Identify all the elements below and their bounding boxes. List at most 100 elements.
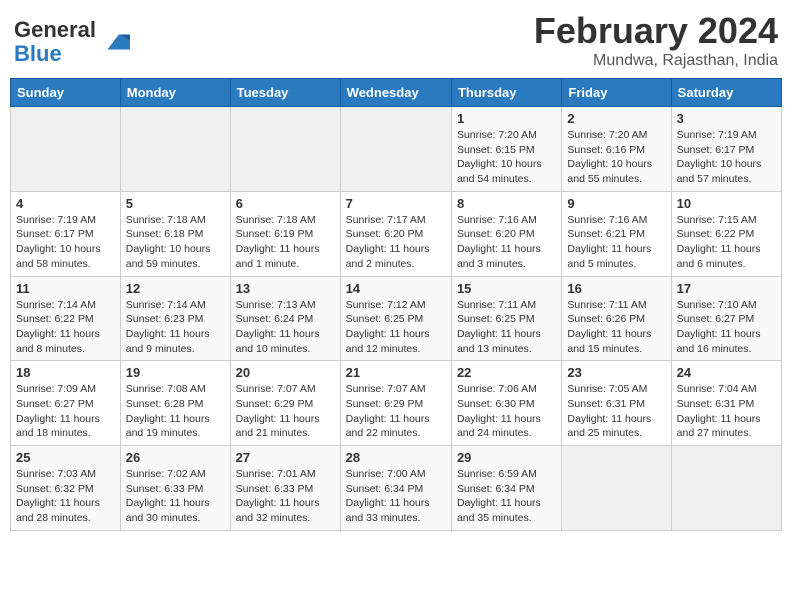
day-info: Sunrise: 7:07 AMSunset: 6:29 PMDaylight:…	[346, 382, 446, 441]
day-cell: 5 Sunrise: 7:18 AMSunset: 6:18 PMDaylight…	[120, 191, 230, 276]
day-cell: 14 Sunrise: 7:12 AMSunset: 6:25 PMDayligh…	[340, 276, 451, 361]
day-number: 5	[126, 196, 225, 211]
day-cell: 6 Sunrise: 7:18 AMSunset: 6:19 PMDaylight…	[230, 191, 340, 276]
day-cell: 27Sunrise: 7:01 AMSunset: 6:33 PMDayligh…	[230, 446, 340, 531]
day-info: Sunrise: 7:17 AMSunset: 6:20 PMDaylight:…	[346, 213, 446, 272]
title-block: February 2024 Mundwa, Rajasthan, India	[534, 10, 778, 70]
day-number: 1	[457, 111, 556, 126]
logo: General Blue	[14, 18, 130, 66]
day-info: Sunrise: 7:08 AMSunset: 6:28 PMDaylight:…	[126, 382, 225, 441]
day-number: 25	[16, 450, 115, 465]
day-info: Sunrise: 7:14 AMSunset: 6:23 PMDaylight:…	[126, 298, 225, 357]
day-info: Sunrise: 7:13 AMSunset: 6:24 PMDaylight:…	[236, 298, 335, 357]
day-number: 27	[236, 450, 335, 465]
day-number: 12	[126, 281, 225, 296]
week-row-5: 25Sunrise: 7:03 AMSunset: 6:32 PMDayligh…	[11, 446, 782, 531]
day-number: 17	[677, 281, 776, 296]
day-cell: 21 Sunrise: 7:07 AMSunset: 6:29 PMDayligh…	[340, 361, 451, 446]
day-cell: 9 Sunrise: 7:16 AMSunset: 6:21 PMDaylight…	[562, 191, 671, 276]
day-info: Sunrise: 7:04 AMSunset: 6:31 PMDaylight:…	[677, 382, 776, 441]
day-cell: 17 Sunrise: 7:10 AMSunset: 6:27 PMDayligh…	[671, 276, 781, 361]
location-title: Mundwa, Rajasthan, India	[534, 52, 778, 70]
day-cell: 12 Sunrise: 7:14 AMSunset: 6:23 PMDayligh…	[120, 276, 230, 361]
day-cell: 8Sunrise: 7:16 AMSunset: 6:20 PMDaylight…	[451, 191, 561, 276]
weekday-header-row: SundayMondayTuesdayWednesdayThursdayFrid…	[11, 79, 782, 107]
day-number: 15	[457, 281, 556, 296]
week-row-2: 4Sunrise: 7:19 AMSunset: 6:17 PMDaylight…	[11, 191, 782, 276]
day-number: 29	[457, 450, 556, 465]
day-info: Sunrise: 7:06 AMSunset: 6:30 PMDaylight:…	[457, 382, 556, 441]
day-number: 21	[346, 365, 446, 380]
calendar-table: SundayMondayTuesdayWednesdayThursdayFrid…	[10, 78, 782, 531]
day-number: 14	[346, 281, 446, 296]
day-cell: 25Sunrise: 7:03 AMSunset: 6:32 PMDayligh…	[11, 446, 121, 531]
day-cell	[11, 107, 121, 192]
day-info: Sunrise: 7:02 AMSunset: 6:33 PMDaylight:…	[126, 467, 225, 526]
day-cell: 16 Sunrise: 7:11 AMSunset: 6:26 PMDayligh…	[562, 276, 671, 361]
day-number: 4	[16, 196, 115, 211]
day-info: Sunrise: 7:11 AMSunset: 6:26 PMDaylight:…	[567, 298, 665, 357]
day-info: Sunrise: 7:00 AMSunset: 6:34 PMDaylight:…	[346, 467, 446, 526]
weekday-header-sunday: Sunday	[11, 79, 121, 107]
month-title: February 2024	[534, 10, 778, 52]
weekday-header-thursday: Thursday	[451, 79, 561, 107]
day-info: Sunrise: 7:07 AMSunset: 6:29 PMDaylight:…	[236, 382, 335, 441]
weekday-header-friday: Friday	[562, 79, 671, 107]
weekday-header-monday: Monday	[120, 79, 230, 107]
day-number: 19	[126, 365, 225, 380]
day-cell: 18Sunrise: 7:09 AMSunset: 6:27 PMDayligh…	[11, 361, 121, 446]
day-cell: 3Sunrise: 7:19 AMSunset: 6:17 PMDaylight…	[671, 107, 781, 192]
logo-general-text: General	[14, 17, 96, 42]
day-number: 22	[457, 365, 556, 380]
day-cell: 11 Sunrise: 7:14 AMSunset: 6:22 PMDayligh…	[11, 276, 121, 361]
day-number: 13	[236, 281, 335, 296]
day-cell	[671, 446, 781, 531]
day-info: Sunrise: 7:20 AMSunset: 6:15 PMDaylight:…	[457, 128, 556, 187]
day-info: Sunrise: 7:10 AMSunset: 6:27 PMDaylight:…	[677, 298, 776, 357]
day-cell	[230, 107, 340, 192]
day-number: 2	[567, 111, 665, 126]
day-info: Sunrise: 6:59 AMSunset: 6:34 PMDaylight:…	[457, 467, 556, 526]
day-number: 18	[16, 365, 115, 380]
day-number: 16	[567, 281, 665, 296]
day-cell	[340, 107, 451, 192]
day-number: 7	[346, 196, 446, 211]
day-cell: 24 Sunrise: 7:04 AMSunset: 6:31 PMDayligh…	[671, 361, 781, 446]
day-info: Sunrise: 7:14 AMSunset: 6:22 PMDaylight:…	[16, 298, 115, 357]
weekday-header-saturday: Saturday	[671, 79, 781, 107]
day-cell: 7 Sunrise: 7:17 AMSunset: 6:20 PMDaylight…	[340, 191, 451, 276]
week-row-4: 18Sunrise: 7:09 AMSunset: 6:27 PMDayligh…	[11, 361, 782, 446]
day-cell: 22 Sunrise: 7:06 AMSunset: 6:30 PMDayligh…	[451, 361, 561, 446]
day-number: 6	[236, 196, 335, 211]
week-row-1: 1 Sunrise: 7:20 AMSunset: 6:15 PMDaylight…	[11, 107, 782, 192]
day-cell: 15 Sunrise: 7:11 AMSunset: 6:25 PMDayligh…	[451, 276, 561, 361]
day-cell: 29 Sunrise: 6:59 AMSunset: 6:34 PMDayligh…	[451, 446, 561, 531]
day-info: Sunrise: 7:11 AMSunset: 6:25 PMDaylight:…	[457, 298, 556, 357]
day-cell: 23Sunrise: 7:05 AMSunset: 6:31 PMDayligh…	[562, 361, 671, 446]
day-info: Sunrise: 7:18 AMSunset: 6:18 PMDaylight:…	[126, 213, 225, 272]
day-number: 10	[677, 196, 776, 211]
day-cell: 1 Sunrise: 7:20 AMSunset: 6:15 PMDaylight…	[451, 107, 561, 192]
day-number: 9	[567, 196, 665, 211]
day-info: Sunrise: 7:18 AMSunset: 6:19 PMDaylight:…	[236, 213, 335, 272]
day-cell: 20 Sunrise: 7:07 AMSunset: 6:29 PMDayligh…	[230, 361, 340, 446]
day-number: 28	[346, 450, 446, 465]
day-cell: 2 Sunrise: 7:20 AMSunset: 6:16 PMDaylight…	[562, 107, 671, 192]
day-cell: 19 Sunrise: 7:08 AMSunset: 6:28 PMDayligh…	[120, 361, 230, 446]
logo-blue-text: Blue	[14, 41, 62, 66]
day-cell: 13 Sunrise: 7:13 AMSunset: 6:24 PMDayligh…	[230, 276, 340, 361]
day-number: 11	[16, 281, 115, 296]
page-header: General Blue February 2024 Mundwa, Rajas…	[10, 10, 782, 70]
day-cell	[562, 446, 671, 531]
day-info: Sunrise: 7:16 AMSunset: 6:21 PMDaylight:…	[567, 213, 665, 272]
day-info: Sunrise: 7:12 AMSunset: 6:25 PMDaylight:…	[346, 298, 446, 357]
weekday-header-wednesday: Wednesday	[340, 79, 451, 107]
day-number: 24	[677, 365, 776, 380]
day-info: Sunrise: 7:15 AMSunset: 6:22 PMDaylight:…	[677, 213, 776, 272]
day-cell: 26 Sunrise: 7:02 AMSunset: 6:33 PMDayligh…	[120, 446, 230, 531]
day-number: 26	[126, 450, 225, 465]
day-number: 23	[567, 365, 665, 380]
day-number: 20	[236, 365, 335, 380]
week-row-3: 11 Sunrise: 7:14 AMSunset: 6:22 PMDayligh…	[11, 276, 782, 361]
day-info: Sunrise: 7:20 AMSunset: 6:16 PMDaylight:…	[567, 128, 665, 187]
